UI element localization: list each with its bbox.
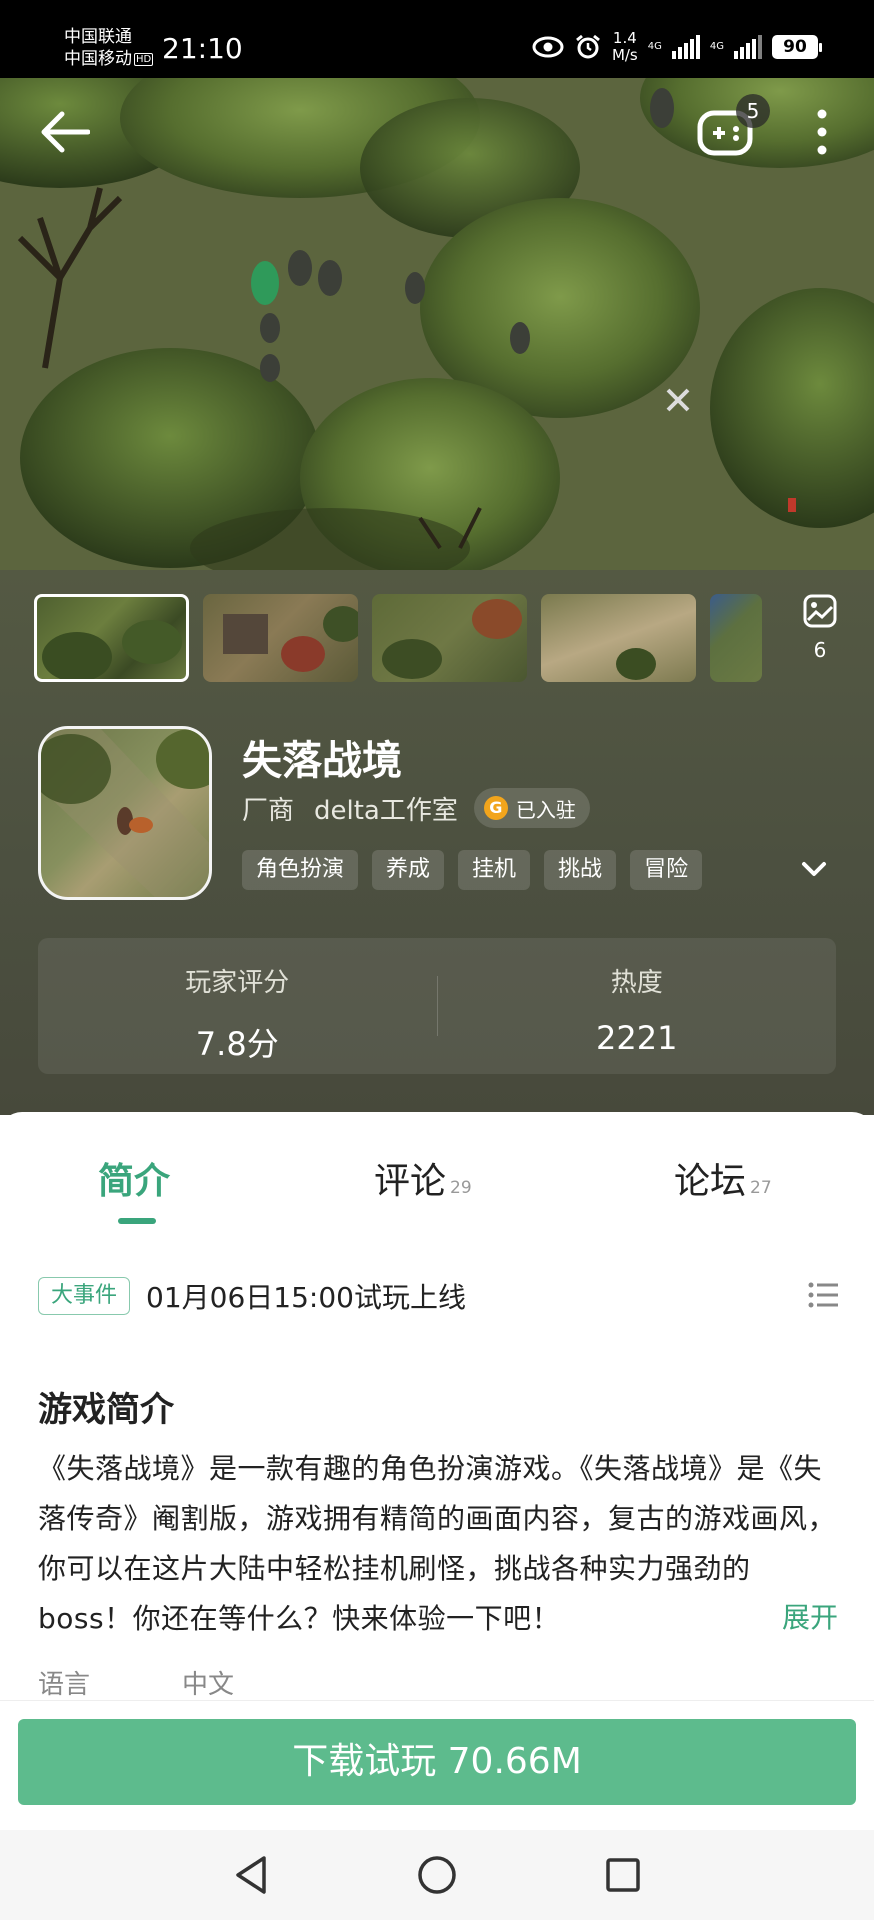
language-value: 中文 bbox=[182, 1670, 235, 1700]
developer-row: 厂商 delta工作室 G 已入驻 bbox=[242, 788, 590, 828]
thumbnail-1-image bbox=[42, 620, 182, 679]
chevron-down-icon bbox=[802, 862, 826, 876]
thumbnail-2-image bbox=[223, 606, 358, 672]
more-vertical-icon bbox=[817, 109, 827, 155]
gallery-count: 6 bbox=[813, 638, 827, 662]
active-tab-indicator bbox=[118, 1218, 156, 1224]
game-info-panel: 6 失落战境 厂商 delta工作室 G 已入驻 角色扮演 养成 挂机 挑战 冒… bbox=[0, 570, 874, 1115]
app-icon bbox=[38, 726, 212, 900]
nav-home-button[interactable] bbox=[412, 1850, 462, 1900]
gallery-icon bbox=[803, 594, 837, 628]
back-arrow-icon bbox=[41, 111, 90, 153]
app-name: 失落战境 bbox=[242, 738, 402, 784]
stats-card: 玩家评分 7.8分 热度 2221 bbox=[38, 938, 836, 1074]
settled-label: 已入驻 bbox=[515, 797, 576, 822]
eye-icon bbox=[532, 36, 564, 58]
comments-count: 29 bbox=[450, 1178, 472, 1198]
gallery-button[interactable]: 6 bbox=[795, 594, 845, 662]
signal-tag-1: 4G bbox=[647, 41, 662, 52]
signal-tag-2: 4G bbox=[709, 41, 724, 52]
rating-stat[interactable]: 玩家评分 7.8分 bbox=[38, 938, 437, 1074]
tag-item[interactable]: 挂机 bbox=[458, 850, 531, 890]
tag-item[interactable]: 冒险 bbox=[630, 850, 703, 890]
tab-forum[interactable]: 论坛 27 bbox=[674, 1152, 772, 1204]
status-clock: 21:10 bbox=[162, 32, 243, 65]
tag-item[interactable]: 养成 bbox=[372, 850, 445, 890]
nav-back-button[interactable] bbox=[228, 1850, 278, 1900]
rating-value: 7.8分 bbox=[195, 1025, 279, 1063]
nav-recents-button[interactable] bbox=[598, 1850, 648, 1900]
settled-badge[interactable]: G 已入驻 bbox=[473, 788, 590, 828]
triangle-back-icon bbox=[236, 1856, 266, 1894]
alarm-icon bbox=[576, 34, 600, 59]
developer-label: 厂商 bbox=[242, 795, 295, 826]
language-row: 语言 中文 bbox=[38, 1664, 234, 1701]
settled-g-icon: G bbox=[483, 796, 508, 820]
signal-bars-1-icon bbox=[671, 35, 700, 59]
game-count-badge: 5 bbox=[736, 94, 770, 128]
thumbnail-1[interactable] bbox=[34, 594, 189, 682]
square-recents-icon bbox=[606, 1858, 640, 1892]
signal-bars-2-icon bbox=[734, 35, 762, 59]
screenshot-thumbnails bbox=[34, 594, 762, 682]
thumbnail-5[interactable] bbox=[710, 594, 762, 682]
expand-tags-button[interactable] bbox=[798, 852, 830, 888]
expand-link[interactable]: 展开 bbox=[771, 1596, 838, 1636]
more-button[interactable] bbox=[800, 100, 844, 164]
system-nav-bar bbox=[0, 1830, 874, 1920]
event-badge: 大事件 bbox=[38, 1277, 131, 1315]
event-text: 01月06日15:00试玩上线 bbox=[146, 1281, 466, 1314]
language-label: 语言 bbox=[38, 1670, 91, 1700]
network-speed: 1.4 M/s bbox=[611, 29, 638, 64]
tab-comments[interactable]: 评论 29 bbox=[374, 1152, 472, 1204]
intro-title: 游戏简介 bbox=[38, 1390, 174, 1430]
tab-bar: 简介 评论 29 论坛 27 bbox=[0, 1152, 874, 1224]
heat-value: 2221 bbox=[596, 1019, 678, 1057]
intro-body: 《失落战境》是一款有趣的角色扮演游戏。《失落战境》是《失落传奇》阉割版，游戏拥有… bbox=[38, 1452, 837, 1635]
tag-item[interactable]: 挑战 bbox=[544, 850, 617, 890]
list-icon[interactable] bbox=[808, 1282, 838, 1308]
thumbnail-2[interactable] bbox=[203, 594, 358, 682]
thumbnail-4-image bbox=[616, 648, 656, 680]
heat-stat[interactable]: 热度 2221 bbox=[438, 938, 837, 1074]
status-bar: 中国联通 中国移动 HD 21:10 1.4 M/s 4G 4G 90 bbox=[0, 0, 874, 78]
thumbnail-4[interactable] bbox=[541, 594, 696, 682]
content-sheet: 简介 评论 29 论坛 27 大事件 01月06日15:00试玩上线 游戏简介 《失… bbox=[0, 1112, 874, 1700]
app-icon-image bbox=[41, 729, 209, 897]
status-icons: 1.4 M/s 4G 4G 90 bbox=[532, 29, 822, 64]
download-bar: 下载试玩 70.66M bbox=[0, 1700, 874, 1830]
rating-label: 玩家评分 bbox=[185, 968, 290, 998]
hd-badge: HD bbox=[134, 53, 154, 66]
hero-screenshot[interactable]: 5 bbox=[0, 78, 874, 570]
event-row[interactable]: 大事件 01月06日15:00试玩上线 bbox=[38, 1276, 838, 1316]
carrier-1: 中国联通 bbox=[64, 27, 132, 47]
back-button[interactable] bbox=[32, 100, 96, 164]
tag-item[interactable]: 角色扮演 bbox=[242, 850, 359, 890]
forum-count: 27 bbox=[750, 1178, 772, 1198]
tag-list: 角色扮演 养成 挂机 挑战 冒险 bbox=[242, 850, 703, 890]
circle-home-icon bbox=[418, 1856, 456, 1894]
thumbnail-3-image bbox=[382, 599, 522, 679]
carrier-info: 中国联通 中国移动 HD bbox=[64, 26, 154, 71]
tab-intro[interactable]: 简介 bbox=[98, 1152, 170, 1204]
battery-indicator: 90 bbox=[772, 35, 822, 59]
thumbnail-3[interactable] bbox=[372, 594, 527, 682]
download-button[interactable]: 下载试玩 70.66M bbox=[18, 1719, 856, 1805]
carrier-2: 中国移动 bbox=[64, 49, 132, 69]
developer-name[interactable]: delta工作室 bbox=[314, 790, 458, 827]
heat-label: 热度 bbox=[610, 968, 663, 998]
